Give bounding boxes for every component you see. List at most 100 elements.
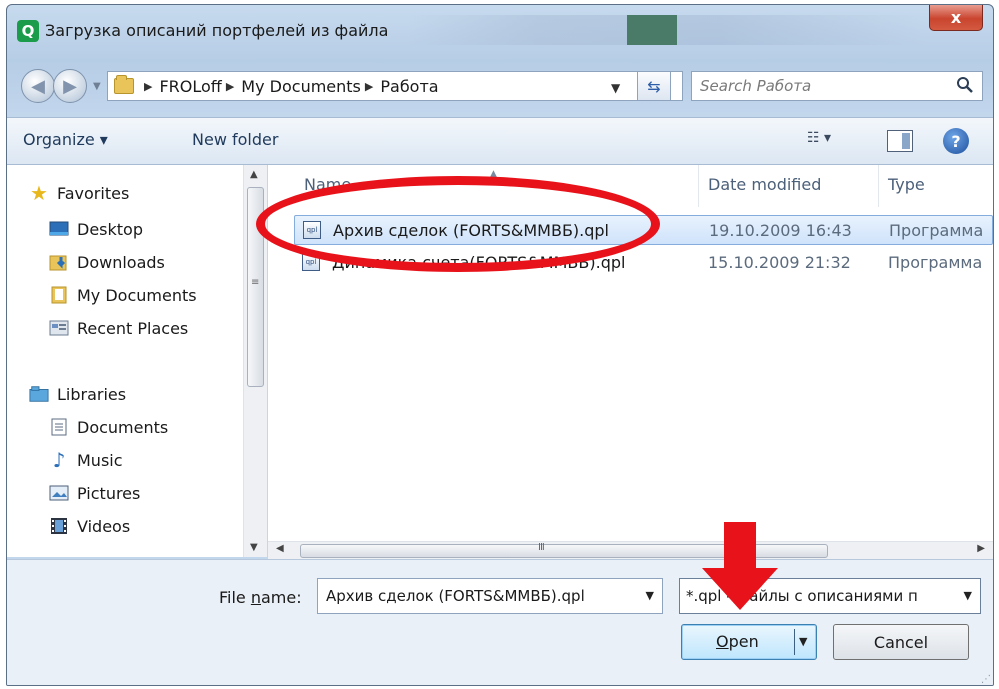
cancel-button[interactable]: Cancel bbox=[833, 624, 969, 660]
chevron-down-icon[interactable]: ▼ bbox=[964, 589, 972, 602]
documents-folder-icon bbox=[49, 286, 69, 304]
recent-locations-dropdown[interactable]: ▼ bbox=[93, 81, 101, 92]
breadcrumb-separator-icon[interactable]: ▶ bbox=[365, 80, 373, 93]
dialog-footer: File name: ▼ *.qpl - файлы с описаниями … bbox=[7, 559, 993, 685]
nav-recent-places-label: Recent Places bbox=[77, 318, 189, 338]
videos-icon bbox=[49, 517, 69, 535]
sort-ascending-icon: ▲ bbox=[490, 169, 497, 179]
file-type-filter-value: *.qpl - файлы с описаниями п bbox=[686, 587, 918, 605]
folder-icon bbox=[114, 75, 134, 94]
back-button[interactable]: ◀ bbox=[21, 69, 55, 103]
scroll-right-icon[interactable]: ▶ bbox=[977, 543, 985, 554]
nav-videos[interactable]: Videos bbox=[49, 512, 130, 540]
refresh-button[interactable]: ⇆ bbox=[637, 71, 671, 101]
preview-pane-button[interactable] bbox=[887, 130, 913, 152]
window-title: Загрузка описаний портфелей из файла bbox=[45, 21, 389, 40]
split-divider bbox=[794, 629, 795, 655]
open-button-label: Open bbox=[716, 632, 759, 651]
breadcrumb-separator-icon[interactable]: ▶ bbox=[144, 80, 152, 93]
nav-downloads[interactable]: Downloads bbox=[49, 248, 165, 276]
nav-libraries-label: Libraries bbox=[57, 384, 127, 404]
nav-recent-places[interactable]: Recent Places bbox=[49, 314, 188, 342]
chevron-down-icon[interactable]: ▼ bbox=[646, 589, 654, 602]
file-name-label-part: File bbox=[219, 588, 251, 607]
file-name-input[interactable] bbox=[318, 579, 618, 613]
recent-places-icon bbox=[49, 319, 69, 337]
qpl-file-icon: qpl bbox=[303, 221, 321, 239]
file-row[interactable]: qpl Архив сделок (FORTS&MMBБ).qpl 19.10.… bbox=[294, 215, 993, 245]
file-row[interactable]: qpl Динамика счета(FORTS&MMBБ).qpl 15.10… bbox=[268, 248, 993, 278]
address-dropdown-icon[interactable]: ▼ bbox=[611, 81, 620, 95]
close-button[interactable]: x bbox=[929, 5, 983, 31]
navigation-pane: ★ Favorites Desktop Downloads My Documen… bbox=[7, 165, 267, 557]
qpl-file-icon: qpl bbox=[302, 253, 320, 271]
open-accesskey: O bbox=[716, 632, 729, 651]
downloads-icon bbox=[49, 253, 69, 271]
app-logo-icon: Q bbox=[17, 20, 39, 42]
nav-favorites-label: Favorites bbox=[57, 183, 130, 203]
forward-button[interactable]: ▶ bbox=[53, 69, 87, 103]
arrow-left-icon: ◀ bbox=[31, 75, 45, 97]
title-bar: Q Загрузка описаний портфелей из файла x bbox=[7, 5, 993, 57]
file-list-horizontal-scrollbar[interactable]: ◀ III ▶ bbox=[268, 541, 993, 559]
search-box[interactable] bbox=[691, 71, 983, 101]
arrow-right-icon: ▶ bbox=[63, 75, 77, 97]
nav-documents[interactable]: Documents bbox=[49, 413, 168, 441]
file-name: Динамика счета(FORTS&MMBБ).qpl bbox=[332, 253, 626, 272]
column-divider[interactable] bbox=[698, 165, 699, 207]
scrollbar-thumb[interactable] bbox=[300, 544, 828, 558]
star-icon: ★ bbox=[30, 181, 48, 205]
resize-grip-icon[interactable]: ⋰ bbox=[981, 674, 991, 685]
open-button[interactable]: Open ▼ bbox=[681, 624, 817, 660]
nav-my-documents-label: My Documents bbox=[77, 285, 197, 305]
nav-pictures-label: Pictures bbox=[77, 483, 141, 503]
scroll-up-icon[interactable]: ▲ bbox=[250, 169, 258, 180]
column-header-type[interactable]: Type bbox=[888, 175, 925, 194]
file-type-filter[interactable]: *.qpl - файлы с описаниями п ▼ bbox=[679, 578, 981, 614]
file-type: Программа bbox=[888, 253, 983, 272]
column-divider[interactable] bbox=[878, 165, 879, 207]
search-input[interactable] bbox=[692, 72, 942, 100]
background-thumbnail bbox=[627, 15, 677, 45]
command-bar: Organize ▾ New folder ☷ ▾ ? bbox=[7, 117, 993, 165]
nav-my-documents[interactable]: My Documents bbox=[49, 281, 197, 309]
scrollbar-grip-icon: ≡ bbox=[251, 277, 260, 288]
change-view-button[interactable]: ☷ ▾ bbox=[807, 130, 861, 154]
nav-music[interactable]: ♪ Music bbox=[49, 446, 123, 474]
scrollbar-grip: III bbox=[538, 542, 545, 553]
file-name-label-part: ame: bbox=[261, 588, 302, 607]
nav-desktop[interactable]: Desktop bbox=[49, 215, 143, 243]
nav-downloads-label: Downloads bbox=[77, 252, 165, 272]
column-header-date-modified[interactable]: Date modified bbox=[708, 175, 821, 194]
view-list-icon: ☷ ▾ bbox=[807, 130, 832, 146]
libraries-icon bbox=[29, 385, 49, 403]
nav-desktop-label: Desktop bbox=[77, 219, 143, 239]
help-icon[interactable]: ? bbox=[943, 128, 969, 154]
scroll-left-icon[interactable]: ◀ bbox=[276, 543, 284, 554]
search-icon[interactable] bbox=[956, 76, 974, 94]
address-bar[interactable]: ▶ FROLoff ▶ My Documents ▶ Работа bbox=[107, 71, 683, 101]
column-header-name[interactable]: Name bbox=[304, 175, 351, 194]
breadcrumb-rabota[interactable]: Работа bbox=[380, 77, 438, 96]
nav-favorites[interactable]: ★ Favorites bbox=[29, 179, 129, 207]
nav-vertical-scrollbar[interactable]: ▲ ≡ ▼ bbox=[243, 165, 267, 557]
breadcrumb-froloff[interactable]: FROLoff bbox=[159, 77, 221, 96]
breadcrumb-separator-icon[interactable]: ▶ bbox=[226, 80, 234, 93]
nav-libraries[interactable]: Libraries bbox=[29, 380, 126, 408]
organize-menu[interactable]: Organize ▾ bbox=[23, 130, 108, 149]
file-date: 15.10.2009 21:32 bbox=[708, 253, 851, 272]
open-options-dropdown-icon[interactable]: ▼ bbox=[799, 635, 807, 648]
nav-videos-label: Videos bbox=[77, 516, 131, 536]
nav-documents-label: Documents bbox=[77, 417, 169, 437]
nav-pictures[interactable]: Pictures bbox=[49, 479, 140, 507]
breadcrumb-my-documents[interactable]: My Documents bbox=[241, 77, 361, 96]
file-name-label: File name: bbox=[219, 588, 302, 607]
file-name-combo[interactable]: ▼ bbox=[317, 578, 663, 614]
address-row: ◀ ▶ ▼ ▶ FROLoff ▶ My Documents ▶ Работа … bbox=[7, 57, 993, 115]
scroll-down-icon[interactable]: ▼ bbox=[250, 542, 258, 553]
file-date: 19.10.2009 16:43 bbox=[709, 221, 852, 240]
new-folder-button[interactable]: New folder bbox=[192, 130, 278, 149]
file-name: Архив сделок (FORTS&MMBБ).qpl bbox=[333, 221, 609, 240]
file-open-dialog: Q Загрузка описаний портфелей из файла x… bbox=[6, 4, 994, 686]
background-window-blur bbox=[407, 15, 927, 45]
